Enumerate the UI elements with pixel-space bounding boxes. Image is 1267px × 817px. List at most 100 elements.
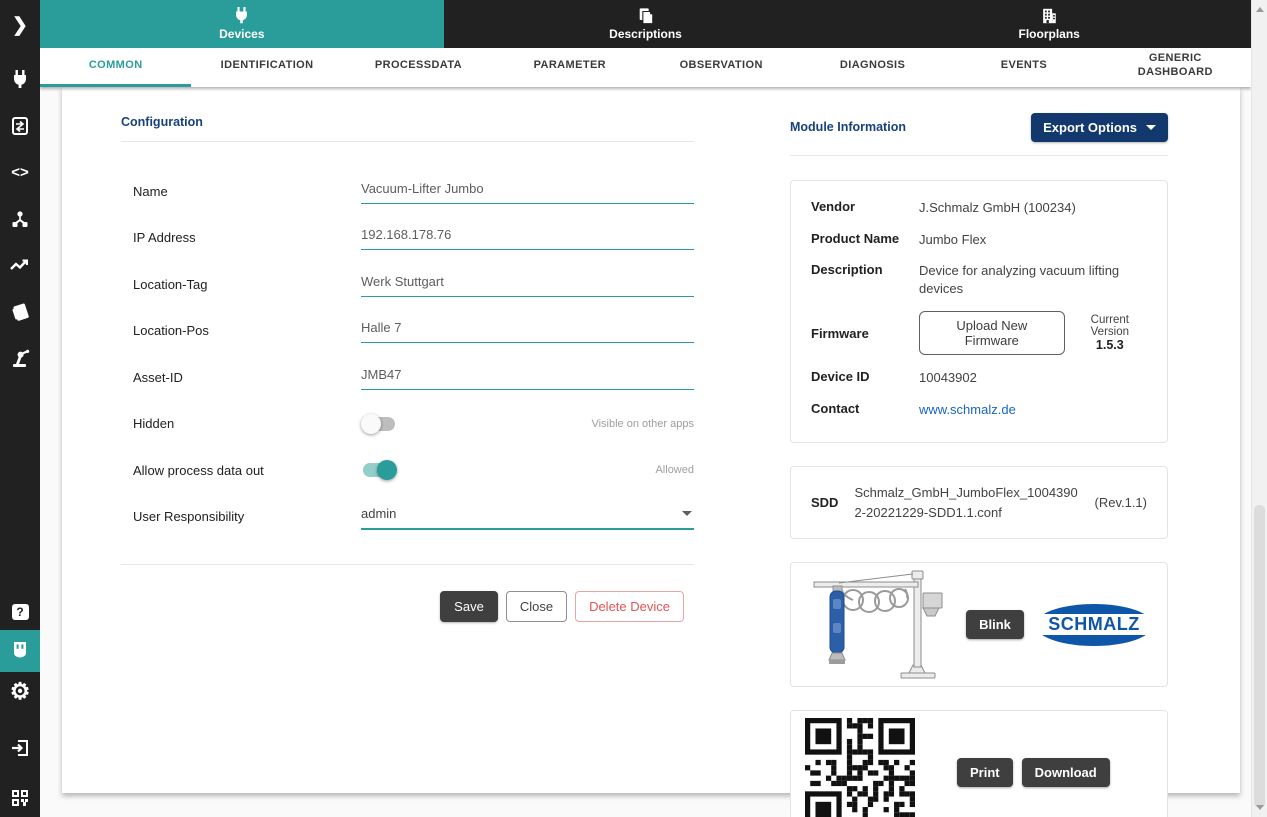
sidebar-item-transfer[interactable] — [0, 112, 40, 140]
firmware-label: Firmware — [811, 326, 919, 341]
print-button[interactable]: Print — [957, 758, 1013, 787]
scroll-up-arrow-icon[interactable] — [1256, 7, 1264, 12]
allow-process-data-out-note: Allowed — [655, 464, 694, 476]
user-responsibility-select[interactable]: admin — [361, 504, 694, 530]
sidebar-item-settings[interactable]: ⚙ — [0, 677, 40, 705]
subtab-parameter[interactable]: PARAMETER — [494, 48, 645, 87]
qr-code — [805, 718, 915, 817]
asset-id-label: Asset-ID — [121, 370, 361, 385]
tab-descriptions-label: Descriptions — [609, 27, 682, 41]
location-pos-input[interactable] — [361, 318, 694, 343]
subtab-common[interactable]: COMMON — [40, 48, 191, 87]
subtab-processdata[interactable]: PROCESSDATA — [343, 48, 494, 87]
vacuum-lifter-illustration — [805, 567, 955, 682]
name-label: Name — [121, 184, 361, 199]
schmalz-logo: SCHMALZ — [1035, 604, 1153, 646]
sidebar-item-robot[interactable] — [0, 344, 40, 372]
robot-arm-icon — [10, 348, 30, 368]
sidebar-item-help[interactable]: ? — [0, 598, 40, 626]
location-tag-label: Location-Tag — [121, 277, 361, 292]
plug-icon — [233, 7, 250, 25]
close-button[interactable]: Close — [506, 591, 567, 622]
vertical-scrollbar[interactable] — [1251, 0, 1267, 817]
asset-id-input[interactable] — [361, 365, 694, 390]
export-options-button[interactable]: Export Options — [1031, 113, 1168, 142]
sdd-panel: SDD Schmalz_GmbH_JumboFlex_10043902-2022… — [790, 466, 1168, 539]
building-icon — [1040, 7, 1058, 25]
location-pos-label: Location-Pos — [121, 323, 361, 338]
gear-icon: ⚙ — [10, 680, 31, 703]
pages-icon — [637, 7, 655, 25]
allow-process-data-out-label: Allow process data out — [121, 463, 361, 478]
plug-icon — [11, 70, 29, 90]
product-name-value: Jumbo Flex — [919, 231, 986, 249]
ip-address-input[interactable] — [361, 225, 694, 250]
sidebar-item-logout[interactable] — [0, 734, 40, 762]
transfer-icon — [10, 116, 30, 136]
hidden-toggle-note: Visible on other apps — [591, 418, 694, 430]
field-row-ip-address: IP Address — [121, 215, 694, 262]
user-responsibility-value: admin — [361, 506, 396, 521]
scrollbar-thumb[interactable] — [1254, 505, 1265, 808]
scroll-down-arrow-icon[interactable] — [1256, 805, 1264, 810]
info-row-firmware: Firmware Upload New Firmware Current Ver… — [811, 311, 1147, 355]
select-row-user-responsibility: User Responsibility admin — [121, 494, 694, 541]
delete-device-button[interactable]: Delete Device — [575, 591, 684, 622]
chevron-right-icon: ❯ — [12, 16, 28, 35]
user-responsibility-label: User Responsibility — [121, 509, 361, 524]
hidden-label: Hidden — [121, 416, 361, 431]
hidden-toggle[interactable] — [361, 414, 397, 434]
subtab-diagnosis[interactable]: DIAGNOSIS — [797, 48, 948, 87]
product-name-label: Product Name — [811, 231, 919, 246]
logout-icon — [10, 738, 30, 758]
content-card: Configuration Name IP Address Location-T… — [62, 87, 1240, 793]
tab-descriptions[interactable]: Descriptions — [444, 0, 848, 48]
field-row-asset-id: Asset-ID — [121, 354, 694, 401]
sidebar: ❯ <> ? ⚙ — [0, 0, 40, 817]
notebook-icon — [10, 302, 31, 322]
sidebar-item-devices[interactable] — [0, 66, 40, 94]
chevron-down-icon — [1146, 125, 1156, 130]
info-row-description: Description Device for analyzing vacuum … — [811, 262, 1147, 297]
device-id-value: 10043902 — [919, 369, 977, 387]
save-button[interactable]: Save — [440, 591, 498, 622]
contact-label: Contact — [811, 401, 919, 416]
configuration-title: Configuration — [121, 115, 694, 129]
name-input[interactable] — [361, 179, 694, 204]
description-value: Device for analyzing vacuum lifting devi… — [919, 262, 1147, 297]
blink-button[interactable]: Blink — [966, 610, 1024, 639]
sidebar-item-code[interactable]: <> — [0, 158, 40, 186]
info-row-contact: Contact www.schmalz.de — [811, 401, 1147, 419]
sidebar-item-connector-active[interactable] — [0, 630, 40, 672]
sdd-label: SDD — [811, 495, 838, 510]
chevron-down-icon — [682, 511, 692, 516]
tab-devices[interactable]: Devices — [40, 0, 444, 48]
field-row-name: Name — [121, 168, 694, 215]
sidebar-item-network[interactable] — [0, 205, 40, 233]
connector-icon — [12, 641, 28, 661]
main-area: Configuration Name IP Address Location-T… — [40, 87, 1251, 817]
info-row-device-id: Device ID 10043902 — [811, 369, 1147, 387]
vendor-value: J.Schmalz GmbH (100234) — [919, 199, 1076, 217]
subtab-generic-dashboard[interactable]: GENERIC DASHBOARD — [1100, 48, 1251, 87]
upload-new-firmware-button[interactable]: Upload New Firmware — [919, 311, 1065, 355]
sidebar-expand-button[interactable]: ❯ — [0, 11, 40, 39]
tab-floorplans[interactable]: Floorplans — [847, 0, 1251, 48]
info-row-vendor: Vendor J.Schmalz GmbH (100234) — [811, 199, 1147, 217]
qr-panel: Print Download — [790, 710, 1168, 817]
top-nav: Devices Descriptions Floorplans — [40, 0, 1251, 48]
subtab-events[interactable]: EVENTS — [948, 48, 1099, 87]
export-options-label: Export Options — [1043, 120, 1137, 135]
allow-process-data-out-toggle[interactable] — [361, 460, 397, 480]
location-tag-input[interactable] — [361, 272, 694, 297]
sidebar-item-analytics[interactable] — [0, 251, 40, 279]
sidebar-item-qr-scan[interactable] — [0, 784, 40, 812]
divider — [121, 141, 694, 142]
subtab-identification[interactable]: IDENTIFICATION — [191, 48, 342, 87]
contact-link[interactable]: www.schmalz.de — [919, 401, 1016, 419]
device-image-panel: Blink SCHMALZ — [790, 562, 1168, 687]
sidebar-item-documentation[interactable] — [0, 298, 40, 326]
download-button[interactable]: Download — [1022, 758, 1110, 787]
subtab-observation[interactable]: OBSERVATION — [646, 48, 797, 87]
field-row-location-pos: Location-Pos — [121, 308, 694, 355]
